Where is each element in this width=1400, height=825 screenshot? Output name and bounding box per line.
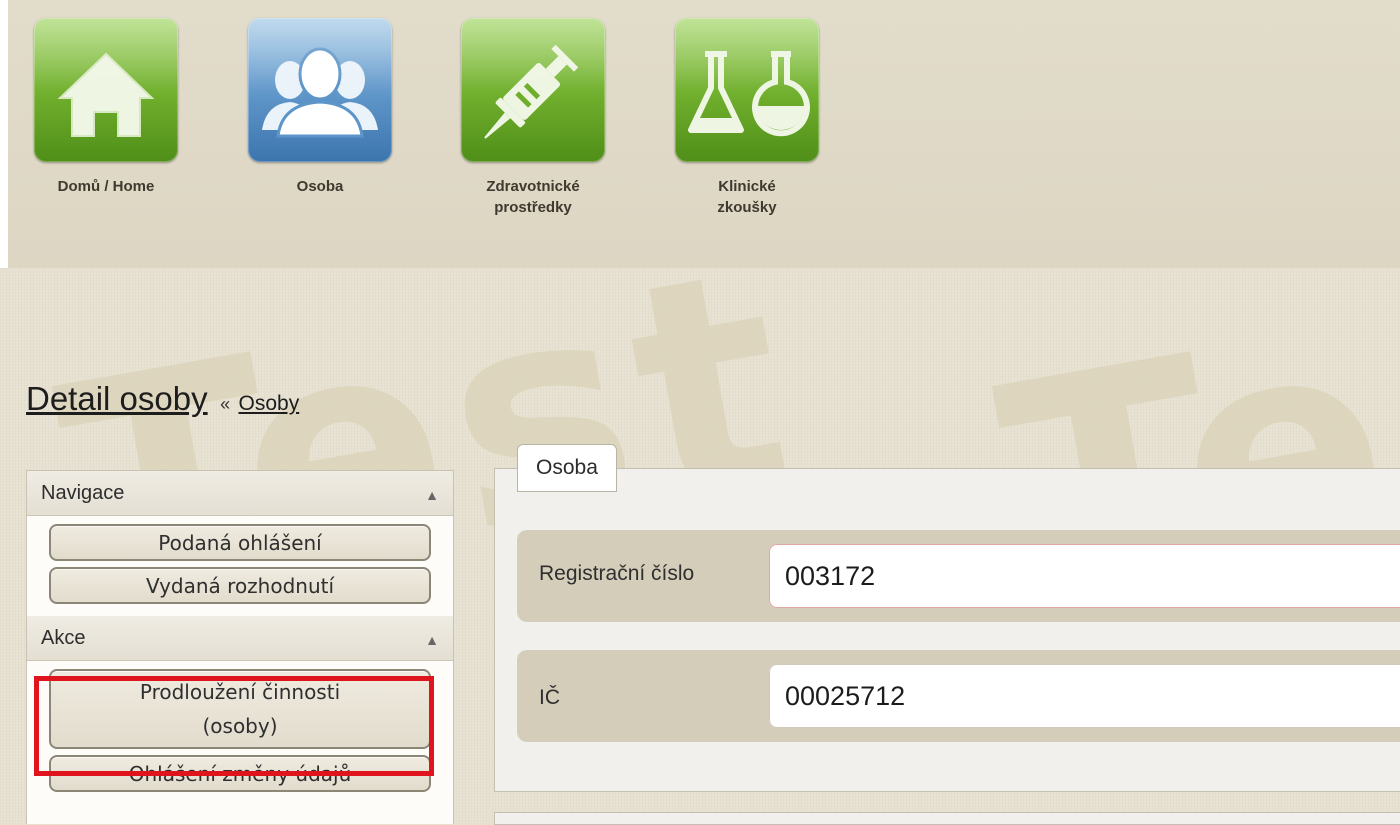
nav-tile-label: Zdravotnické prostředky [458, 176, 608, 218]
field-label: IČ [539, 686, 560, 709]
ohlaseni-zmeny-udaju-button[interactable]: Ohlášení změny údajů [49, 755, 431, 792]
vydana-rozhodnuti-button[interactable]: Vydaná rozhodnutí [49, 567, 431, 604]
tile-label-line: prostředky [494, 199, 572, 216]
tile-label-line: Zdravotnické [486, 178, 580, 195]
accordion-header-akce[interactable]: Akce ▲ [27, 616, 453, 661]
zdravotnicke-tile-button[interactable] [461, 18, 605, 162]
nav-tile-klinicke[interactable]: Klinické zkoušky [672, 18, 822, 218]
next-fieldset-edge [494, 812, 1400, 825]
people-icon [262, 47, 378, 138]
page-title[interactable]: Detail osoby [26, 380, 208, 417]
collapse-arrow-icon[interactable]: ▲ [425, 618, 439, 662]
accordion-body-navigace: Podaná ohlášení Vydaná rozhodnutí [27, 516, 453, 616]
accordion-header-navigace[interactable]: Navigace ▲ [27, 471, 453, 516]
accordion-body-akce: Prodloužení činnosti (osoby) Ohlášení zm… [27, 661, 453, 804]
tab-osoba[interactable]: Osoba [517, 444, 617, 492]
sidebar: Navigace ▲ Podaná ohlášení Vydaná rozhod… [26, 470, 454, 824]
collapse-arrow-icon[interactable]: ▲ [425, 473, 439, 517]
nav-tile-zdravotnicke[interactable]: Zdravotnické prostředky [458, 18, 608, 218]
registracni-cislo-field[interactable]: 003172 [769, 544, 1400, 608]
breadcrumb-separator: « [220, 394, 231, 414]
prodlouzeni-cinnosti-button[interactable]: Prodloužení činnosti (osoby) [49, 669, 431, 749]
tile-label-line: Klinické [718, 178, 776, 195]
nav-tile-label: Klinické zkoušky [672, 176, 822, 218]
tile-label-line: Osoba [296, 178, 344, 195]
ic-field[interactable]: 00025712 [769, 664, 1400, 728]
syringe-icon [484, 44, 579, 139]
tile-label-line: zkoušky [717, 199, 777, 216]
osoba-fieldset [494, 468, 1400, 792]
accordion-title: Navigace [41, 482, 125, 504]
nav-tile-label: Osoba [245, 176, 395, 197]
page-heading: Detail osoby « Osoby [26, 380, 299, 418]
klinicke-tile-button[interactable] [675, 18, 819, 162]
home-tile-button[interactable] [34, 18, 178, 162]
field-row-ic: IČ 00025712 [517, 650, 1400, 742]
accordion-title: Akce [41, 627, 86, 649]
nav-tile-label: Domů / Home [31, 176, 181, 197]
home-icon [57, 52, 155, 137]
button-label-line: (osoby) [202, 714, 278, 738]
nav-tile-home[interactable]: Domů / Home [31, 18, 181, 197]
osoba-tile-button[interactable] [248, 18, 392, 162]
field-row-registracni-cislo: Registrační číslo 003172 [517, 530, 1400, 622]
flask-icon [688, 51, 810, 137]
breadcrumb-osoby-link[interactable]: Osoby [239, 392, 300, 415]
nav-tile-osoba[interactable]: Osoba [245, 18, 395, 197]
button-label-line: Prodloužení činnosti [139, 680, 341, 704]
field-label: Registrační číslo [539, 562, 695, 585]
top-navigation: Domů / Home Osoba Zdravotnické prostředk… [0, 0, 1400, 268]
tile-label-line: Domů / Home [57, 178, 155, 195]
podana-ohlaseni-button[interactable]: Podaná ohlášení [49, 524, 431, 561]
